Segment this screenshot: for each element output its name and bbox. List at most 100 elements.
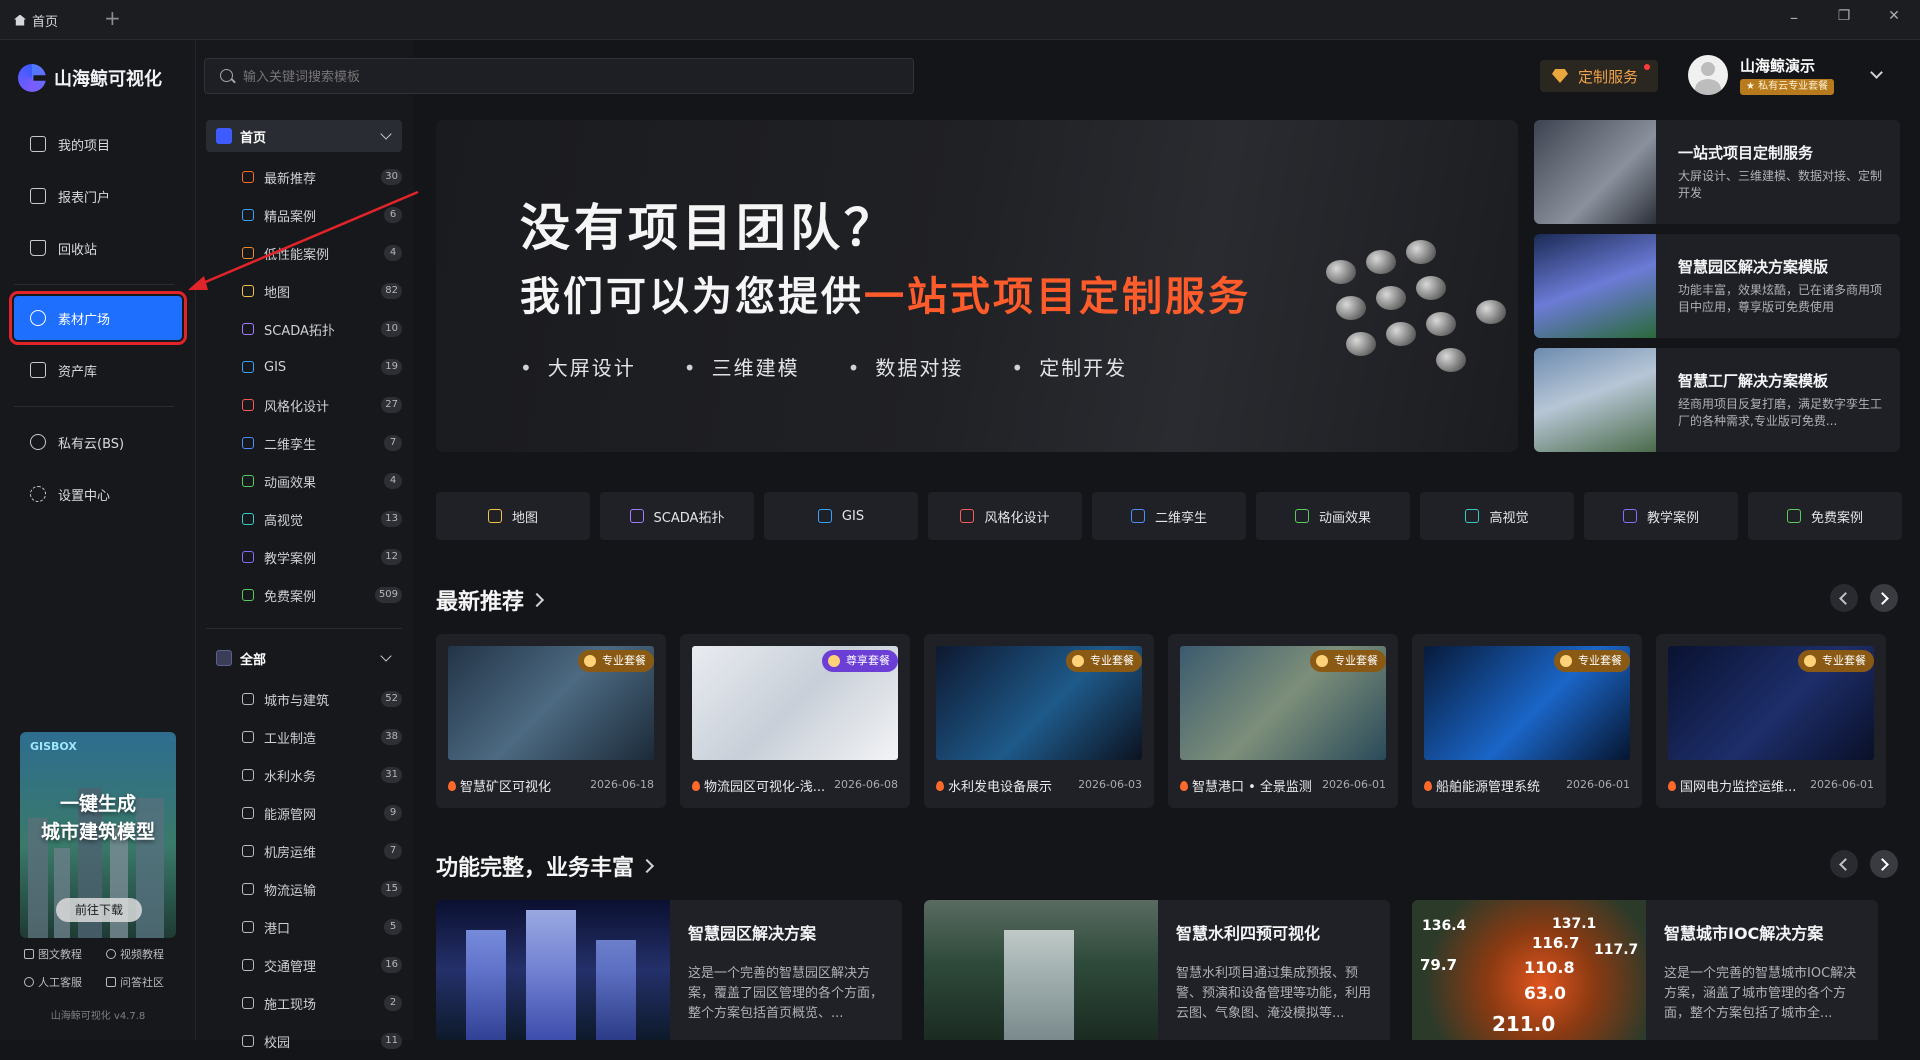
category-item[interactable]: 城市与建筑 52 bbox=[242, 680, 402, 718]
solutions-prev-button[interactable] bbox=[1830, 850, 1858, 878]
category-item[interactable]: 港口 5 bbox=[242, 908, 402, 946]
notification-dot bbox=[1644, 64, 1650, 70]
quick-tag[interactable]: 免费案例 bbox=[1748, 492, 1902, 540]
nav-item-settings[interactable]: 设置中心 bbox=[14, 472, 182, 516]
category-item[interactable]: GIS 19 bbox=[242, 348, 402, 386]
side-card-title: 一站式项目定制服务 bbox=[1678, 144, 1814, 162]
side-card-thumbnail bbox=[1534, 348, 1656, 452]
nav-item-material-square[interactable]: 素材广场 bbox=[9, 291, 187, 345]
category-label: 交通管理 bbox=[264, 959, 317, 975]
category-group-all[interactable]: 全部 bbox=[206, 642, 402, 674]
category-icon bbox=[242, 883, 254, 895]
minimize-button[interactable]: – bbox=[1782, 8, 1806, 27]
quick-tag[interactable]: GIS bbox=[764, 492, 918, 540]
solutions-next-button[interactable] bbox=[1870, 850, 1898, 878]
promo-banner[interactable]: GISBOX 一键生成 城市建筑模型 前往下载 bbox=[20, 732, 176, 938]
side-card-smart-factory[interactable]: 智慧工厂解决方案模板 经商用项目反复打磨，满足数字孪生工厂的各种需求,专业版可免… bbox=[1534, 348, 1900, 452]
latest-prev-button[interactable] bbox=[1830, 584, 1858, 612]
nav-item-recycle-bin[interactable]: 回收站 bbox=[14, 226, 182, 270]
side-card-smart-park[interactable]: 智慧园区解决方案模版 功能丰富，效果炫酷，已在诸多商用项目中应用，尊享版可免费使… bbox=[1534, 234, 1900, 338]
user-menu-chevron-icon[interactable] bbox=[1870, 66, 1883, 79]
solution-card[interactable]: 136.4 137.1 116.7 117.7 79.7 110.8 63.0 … bbox=[1412, 900, 1878, 1040]
category-count-badge: 509 bbox=[374, 587, 402, 603]
category-count-badge: 52 bbox=[381, 691, 402, 707]
restore-button[interactable]: ❐ bbox=[1832, 8, 1856, 24]
category-item[interactable]: 风格化设计 27 bbox=[242, 386, 402, 424]
category-item[interactable]: 低性能案例 4 bbox=[242, 234, 402, 272]
category-item[interactable]: 物流运输 15 bbox=[242, 870, 402, 908]
section-solutions-title[interactable]: 功能完整，业务丰富 bbox=[436, 850, 655, 882]
promo-download-button[interactable]: 前往下载 bbox=[56, 898, 142, 922]
recommendation-card[interactable]: 专业套餐 水利发电设备展示 2026-06-03 bbox=[924, 634, 1154, 808]
category-item[interactable]: 高视觉 13 bbox=[242, 500, 402, 538]
side-card-title: 智慧工厂解决方案模板 bbox=[1678, 372, 1829, 390]
avatar[interactable] bbox=[1688, 55, 1728, 95]
category-item[interactable]: SCADA拓扑 10 bbox=[242, 310, 402, 348]
quick-tag[interactable]: 动画效果 bbox=[1256, 492, 1410, 540]
nav-item-asset-library[interactable]: 资产库 bbox=[14, 348, 182, 392]
recommendation-card[interactable]: 专业套餐 国网电力监控运维... 2026-06-01 bbox=[1656, 634, 1886, 808]
nav-item-private-cloud[interactable]: 私有云(BS) bbox=[14, 420, 182, 464]
category-count-badge: 16 bbox=[381, 957, 402, 973]
solution-card[interactable]: 智慧水利四预可视化 智慧水利项目通过集成预报、预警、预演和设备管理等功能，利用云… bbox=[924, 900, 1390, 1040]
cloud-icon bbox=[30, 434, 46, 450]
close-button[interactable]: ✕ bbox=[1882, 8, 1906, 24]
category-label: 能源管网 bbox=[264, 807, 317, 823]
side-card-custom-service[interactable]: 一站式项目定制服务 大屏设计、三维建模、数据对接、定制开发 bbox=[1534, 120, 1900, 224]
category-count-badge: 38 bbox=[381, 729, 402, 745]
category-icon bbox=[242, 513, 254, 525]
recommendation-card[interactable]: 专业套餐 智慧矿区可视化 2026-06-18 bbox=[436, 634, 666, 808]
tier-badge: 专业套餐 bbox=[1310, 650, 1386, 672]
category-icon bbox=[242, 323, 254, 335]
category-icon bbox=[242, 171, 254, 183]
recommendation-card[interactable]: 专业套餐 船舶能源管理系统 2026-06-01 bbox=[1412, 634, 1642, 808]
category-item[interactable]: 最新推荐 30 bbox=[242, 158, 402, 196]
category-item[interactable]: 二维孪生 7 bbox=[242, 424, 402, 462]
brand-name: 山海鲸可视化 bbox=[54, 69, 162, 90]
recommendation-card[interactable]: 尊享套餐 物流园区可视化-浅... 2026-06-08 bbox=[680, 634, 910, 808]
search-input[interactable] bbox=[204, 58, 914, 94]
recommendation-date: 2026-06-18 bbox=[590, 778, 654, 791]
logo-icon bbox=[18, 64, 46, 92]
help-community-link[interactable]: 问答社区 bbox=[106, 974, 164, 990]
category-item[interactable]: 施工现场 2 bbox=[242, 984, 402, 1022]
quick-tag[interactable]: SCADA拓扑 bbox=[600, 492, 754, 540]
category-item[interactable]: 免费案例 509 bbox=[242, 576, 402, 614]
help-doc-link[interactable]: 图文教程 bbox=[24, 946, 82, 962]
category-item[interactable]: 交通管理 16 bbox=[242, 946, 402, 984]
nav-item-report-portal[interactable]: 报表门户 bbox=[14, 174, 182, 218]
nav-item-my-projects[interactable]: 我的项目 bbox=[14, 122, 182, 166]
category-item[interactable]: 能源管网 9 bbox=[242, 794, 402, 832]
custom-service-button[interactable]: 定制服务 bbox=[1540, 60, 1658, 92]
quick-tag[interactable]: 高视觉 bbox=[1420, 492, 1574, 540]
latest-next-button[interactable] bbox=[1870, 584, 1898, 612]
category-icon bbox=[242, 807, 254, 819]
category-item[interactable]: 工业制造 38 bbox=[242, 718, 402, 756]
tab-home[interactable]: 首页 bbox=[14, 6, 94, 34]
quick-tag[interactable]: 二维孪生 bbox=[1092, 492, 1246, 540]
category-label: 港口 bbox=[264, 921, 291, 937]
category-item[interactable]: 校园 11 bbox=[242, 1022, 402, 1060]
help-service-link[interactable]: 人工客服 bbox=[24, 974, 82, 990]
quick-tag-label: 高视觉 bbox=[1489, 510, 1529, 526]
recommendation-card[interactable]: 专业套餐 智慧港口 • 全景监测 2026-06-01 bbox=[1168, 634, 1398, 808]
category-group-home[interactable]: 首页 bbox=[206, 120, 402, 152]
nav-label: 设置中心 bbox=[58, 488, 111, 504]
category-item[interactable]: 动画效果 4 bbox=[242, 462, 402, 500]
tag-icon bbox=[1465, 509, 1480, 523]
category-item[interactable]: 教学案例 12 bbox=[242, 538, 402, 576]
category-item[interactable]: 机房运维 7 bbox=[242, 832, 402, 870]
category-item[interactable]: 水利水务 31 bbox=[242, 756, 402, 794]
solution-card[interactable]: 智慧园区解决方案 这是一个完善的智慧园区解决方案，覆盖了园区管理的各个方面，整个… bbox=[436, 900, 902, 1040]
quick-tag[interactable]: 风格化设计 bbox=[928, 492, 1082, 540]
recommendation-name: 物流园区可视化-浅... bbox=[692, 776, 842, 795]
quick-tag[interactable]: 地图 bbox=[436, 492, 590, 540]
quick-tag[interactable]: 教学案例 bbox=[1584, 492, 1738, 540]
hero-bullets: 大屏设计 三维建模 数据对接 定制开发 bbox=[520, 352, 1127, 381]
help-video-link[interactable]: 视频教程 bbox=[106, 946, 164, 962]
category-item[interactable]: 精品案例 6 bbox=[242, 196, 402, 234]
hero-banner[interactable]: 没有项目团队？ 我们可以为您提供一站式项目定制服务 大屏设计 三维建模 数据对接… bbox=[436, 120, 1518, 452]
section-latest-title[interactable]: 最新推荐 bbox=[436, 584, 545, 616]
category-item[interactable]: 地图 82 bbox=[242, 272, 402, 310]
add-tab-button[interactable]: + bbox=[104, 8, 121, 28]
